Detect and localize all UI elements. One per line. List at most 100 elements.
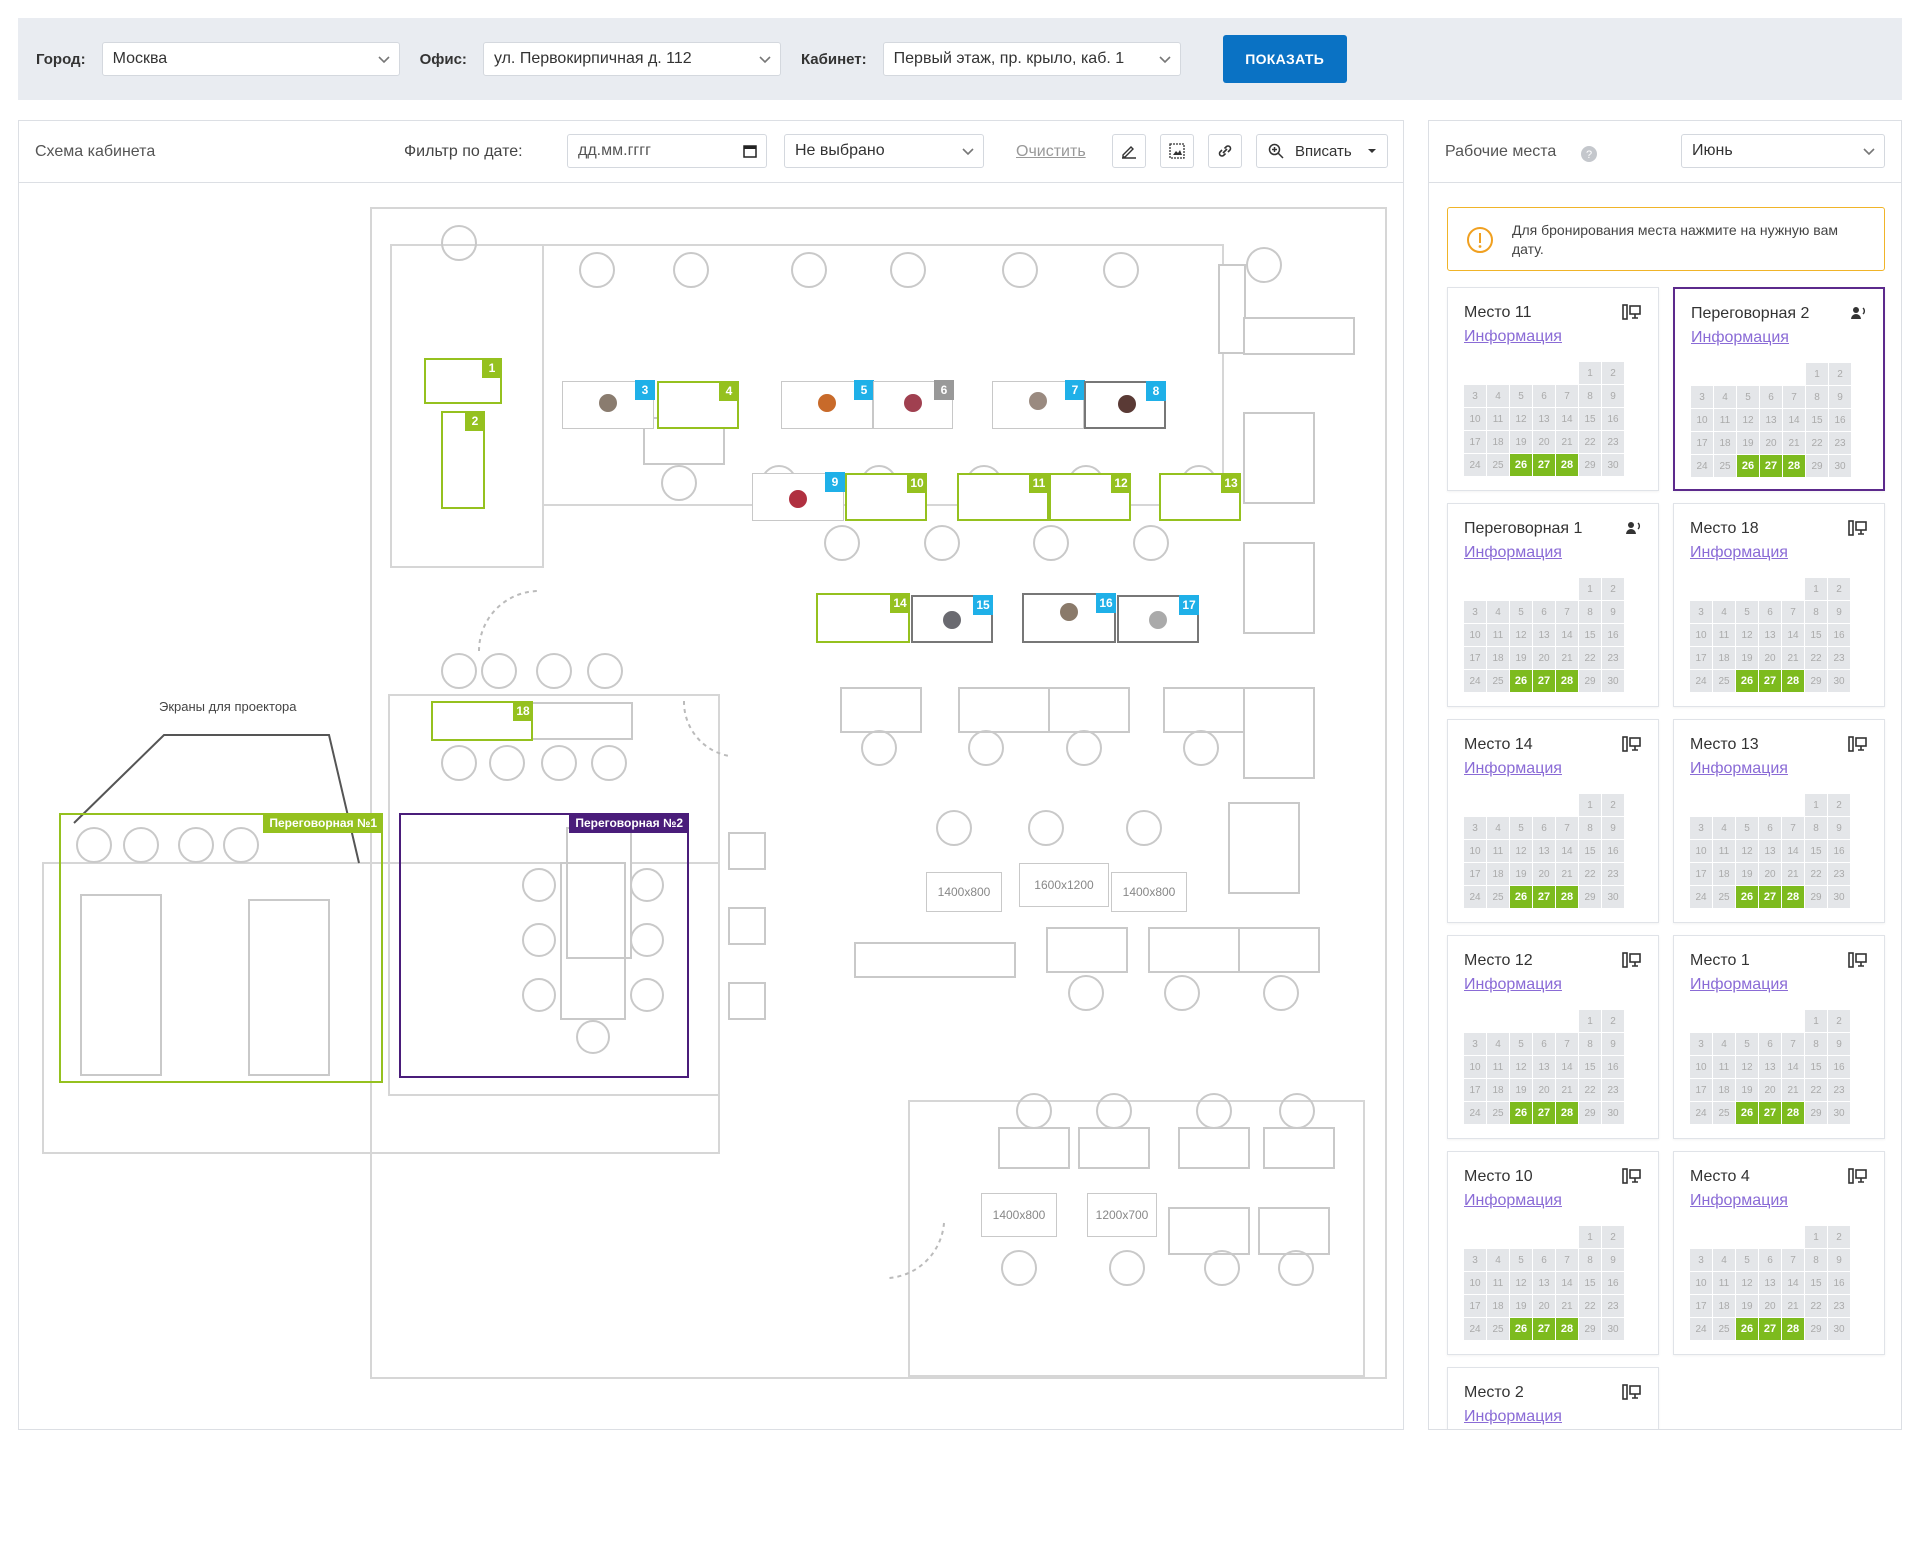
seat-12[interactable]: 12 <box>1049 473 1131 521</box>
meeting-room-1[interactable]: Переговорная №1 <box>59 813 383 1083</box>
calendar-day-available[interactable]: 26 <box>1736 1102 1758 1124</box>
seat-6[interactable]: 6 <box>873 380 954 429</box>
seat-3[interactable]: 3 <box>562 380 655 429</box>
seat-10[interactable]: 10 <box>845 473 927 521</box>
info-link[interactable]: Информация <box>1690 976 1788 994</box>
workplace-card[interactable]: Место 18 Информация 1 2 3 4 5 6 7 8 9 10 11 12 13 14 15 1… <box>1673 503 1885 707</box>
calendar-day: 29 <box>1579 670 1601 692</box>
calendar-day-available[interactable]: 27 <box>1759 670 1781 692</box>
image-button[interactable] <box>1160 134 1194 168</box>
workplace-card[interactable]: Место 4 Информация 1 2 3 4 5 6 7 8 9 10 11 12 13 14 15 16… <box>1673 1151 1885 1355</box>
calendar-day-available[interactable]: 26 <box>1737 455 1759 477</box>
info-link[interactable]: Информация <box>1464 1408 1562 1426</box>
seat-4[interactable]: 4 <box>657 381 739 429</box>
calendar-day-available[interactable]: 26 <box>1736 670 1758 692</box>
calendar-day-available[interactable]: 26 <box>1510 670 1532 692</box>
info-link[interactable]: Информация <box>1464 328 1562 346</box>
status-select[interactable]: Не выбрано <box>784 134 984 168</box>
calendar-day: 1 <box>1805 1226 1827 1248</box>
show-button[interactable]: ПОКАЗАТЬ <box>1222 35 1347 83</box>
calendar-day-available[interactable]: 27 <box>1759 1102 1781 1124</box>
seat-2[interactable]: 2 <box>441 411 485 509</box>
workplace-card[interactable]: Место 2Информация12345678910111213141516… <box>1447 1367 1659 1429</box>
info-link[interactable]: Информация <box>1464 976 1562 994</box>
meeting-room-2[interactable]: Переговорная №2 <box>399 813 689 1078</box>
calendar-day-available[interactable]: 27 <box>1760 455 1782 477</box>
seat-13[interactable]: 13 <box>1159 473 1241 521</box>
edit-button[interactable] <box>1112 134 1146 168</box>
info-link[interactable]: Информация <box>1464 760 1562 778</box>
calendar-empty-cell <box>1464 362 1486 384</box>
calendar-day-available[interactable]: 27 <box>1533 1102 1555 1124</box>
calendar-day-available[interactable]: 28 <box>1782 1102 1804 1124</box>
calendar-day-available[interactable]: 26 <box>1510 454 1532 476</box>
calendar-day-available[interactable]: 27 <box>1759 1318 1781 1340</box>
calendar-day-available[interactable]: 27 <box>1533 1318 1555 1340</box>
calendar-day-available[interactable]: 27 <box>1759 886 1781 908</box>
calendar-day-available[interactable]: 28 <box>1783 455 1805 477</box>
seat-7[interactable]: 7 <box>992 380 1085 429</box>
calendar-empty-cell <box>1760 363 1782 385</box>
calendar-day-available[interactable]: 28 <box>1782 886 1804 908</box>
calendar-day: 8 <box>1579 385 1601 407</box>
workplace-card[interactable]: Переговорная 1 Информация 1 2 3 4 5 6 7 8 9 10 11 12 1… <box>1447 503 1659 707</box>
chevron-down-icon <box>1159 56 1171 64</box>
cabinet-select[interactable]: Первый этаж, пр. крыло, каб. 1 <box>882 42 1181 76</box>
workplace-card[interactable]: Место 14 Информация 1 2 3 4 5 6 7 8 9 10 11 12 13 14 15 1… <box>1447 719 1659 923</box>
seat-14[interactable]: 14 <box>816 593 910 643</box>
calendar-day-available[interactable]: 28 <box>1556 886 1578 908</box>
city-select[interactable]: Москва <box>101 42 400 76</box>
month-select[interactable]: Июнь <box>1681 134 1885 168</box>
calendar-day-available[interactable]: 28 <box>1782 670 1804 692</box>
calendar-day-available[interactable]: 28 <box>1556 1318 1578 1340</box>
calendar-day-available[interactable]: 28 <box>1556 670 1578 692</box>
calendar-day-available[interactable]: 26 <box>1510 1102 1532 1124</box>
calendar-day-available[interactable]: 26 <box>1736 1318 1758 1340</box>
seat-8[interactable]: 8 <box>1084 381 1166 429</box>
info-link[interactable]: Информация <box>1464 544 1562 562</box>
seat-9[interactable]: 9 <box>752 472 845 521</box>
workplace-card[interactable]: Место 12 Информация 1 2 3 4 5 6 7 8 9 10 11 12 13 14 15 1… <box>1447 935 1659 1139</box>
calendar-icon[interactable] <box>742 143 758 159</box>
date-input[interactable]: дд.мм.гггг <box>567 134 767 168</box>
office-select[interactable]: ул. Первокирпичная д. 112 <box>482 42 781 76</box>
calendar-day-available[interactable]: 27 <box>1533 886 1555 908</box>
info-link[interactable]: Информация <box>1690 544 1788 562</box>
seat-11[interactable]: 11 <box>957 473 1049 521</box>
calendar-day-available[interactable]: 26 <box>1510 1318 1532 1340</box>
calendar-day: 6 <box>1759 1249 1781 1271</box>
calendar-day: 3 <box>1464 1033 1486 1055</box>
calendar-day: 22 <box>1579 1079 1601 1101</box>
calendar-day-available[interactable]: 28 <box>1556 1102 1578 1124</box>
calendar-day-available[interactable]: 26 <box>1736 886 1758 908</box>
zoom-select[interactable]: Вписать <box>1256 134 1388 168</box>
calendar-day-available[interactable]: 28 <box>1556 454 1578 476</box>
seat-18[interactable]: 18 <box>431 701 533 741</box>
chevron-down-icon <box>962 148 974 156</box>
calendar-day: 9 <box>1828 1249 1850 1271</box>
clear-link[interactable]: Очистить <box>1016 143 1086 161</box>
seat-17[interactable]: 17 <box>1117 595 1199 643</box>
calendar-day-available[interactable]: 28 <box>1782 1318 1804 1340</box>
info-link[interactable]: Информация <box>1464 1192 1562 1210</box>
info-link[interactable]: Информация <box>1690 1192 1788 1210</box>
seat-5[interactable]: 5 <box>781 380 874 429</box>
seat-1[interactable]: 1 <box>424 358 502 404</box>
seat-15[interactable]: 15 <box>911 595 993 643</box>
info-link[interactable]: Информация <box>1691 329 1789 347</box>
workplace-card[interactable]: Место 11 Информация 1 2 3 4 5 6 7 8 9 10 11 12 13 14 15 1… <box>1447 287 1659 491</box>
workplace-card[interactable]: Место 1 Информация 1 2 3 4 5 6 7 8 9 10 11 12 13 14 15 16… <box>1673 935 1885 1139</box>
info-link[interactable]: Информация <box>1690 760 1788 778</box>
seat-number: 14 <box>890 593 910 613</box>
calendar-day: 15 <box>1805 1272 1827 1294</box>
question-icon[interactable]: ? <box>1581 146 1597 162</box>
calendar-day-available[interactable]: 26 <box>1510 886 1532 908</box>
workplace-card[interactable]: Переговорная 2 Информация 1 2 3 4 5 6 7 8 9 10 11 12 1… <box>1673 287 1885 491</box>
seat-16[interactable]: 16 <box>1022 593 1116 643</box>
calendar-day-available[interactable]: 27 <box>1533 670 1555 692</box>
workplace-card[interactable]: Место 10 Информация 1 2 3 4 5 6 7 8 9 10 11 12 13 14 15 1… <box>1447 1151 1659 1355</box>
link-button[interactable] <box>1208 134 1242 168</box>
calendar-day: 1 <box>1805 578 1827 600</box>
workplace-card[interactable]: Место 13 Информация 1 2 3 4 5 6 7 8 9 10 11 12 13 14 15 1… <box>1673 719 1885 923</box>
calendar-day-available[interactable]: 27 <box>1533 454 1555 476</box>
